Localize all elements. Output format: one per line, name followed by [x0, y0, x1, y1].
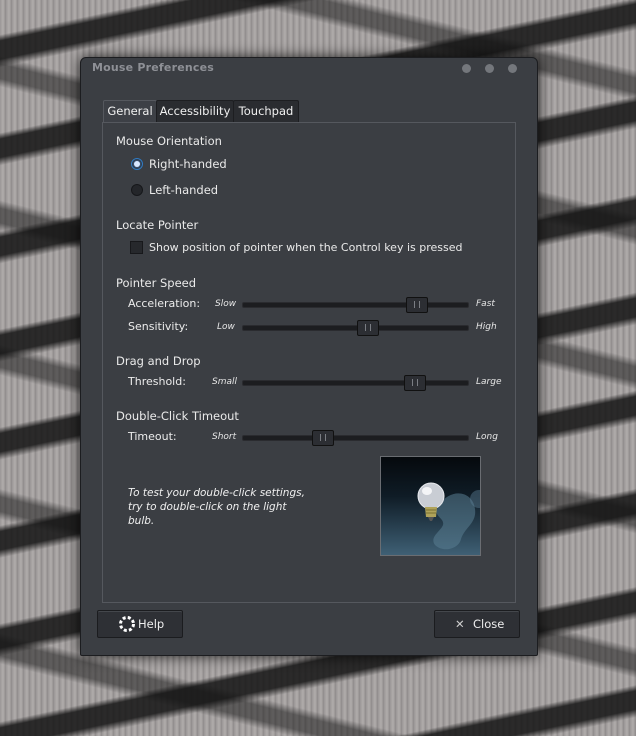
- window-close-button[interactable]: [508, 64, 517, 73]
- timeout-long-label: Long: [476, 432, 498, 442]
- threshold-large-label: Large: [476, 377, 502, 387]
- left-handed-label[interactable]: Left-handed: [149, 183, 218, 197]
- left-handed-radio[interactable]: [131, 184, 143, 196]
- right-handed-radio[interactable]: [131, 158, 143, 170]
- threshold-slider-thumb[interactable]: [404, 375, 426, 391]
- sensitivity-label: Sensitivity:: [128, 320, 189, 333]
- light-bulb-test-area[interactable]: [380, 456, 481, 556]
- acceleration-slider-thumb[interactable]: [406, 297, 429, 313]
- help-label: Help: [138, 617, 165, 631]
- show-pointer-checkbox[interactable]: [130, 241, 143, 254]
- tab-touchpad[interactable]: Touchpad: [233, 100, 299, 122]
- double-click-heading: Double-Click Timeout: [116, 409, 239, 423]
- threshold-slider[interactable]: [242, 375, 469, 391]
- timeout-slider[interactable]: [242, 430, 469, 446]
- timeout-label: Timeout:: [128, 430, 177, 443]
- maximize-button[interactable]: [485, 64, 494, 73]
- timeout-slider-thumb[interactable]: [311, 430, 334, 446]
- close-label: Close: [473, 617, 505, 631]
- window-title: Mouse Preferences: [92, 61, 215, 74]
- light-bulb-icon: [417, 482, 480, 550]
- acceleration-fast-label: Fast: [476, 299, 495, 309]
- timeout-short-label: Short: [212, 432, 237, 442]
- pointer-speed-heading: Pointer Speed: [116, 276, 197, 290]
- mouse-orientation-heading: Mouse Orientation: [116, 134, 222, 148]
- acceleration-label: Acceleration:: [128, 297, 201, 310]
- sensitivity-high-label: High: [476, 322, 497, 332]
- sensitivity-slider[interactable]: [242, 320, 469, 336]
- double-click-test-text: To test your double-click settings, try …: [128, 487, 305, 527]
- acceleration-slider[interactable]: [242, 297, 469, 313]
- titlebar[interactable]: Mouse Preferences: [81, 58, 537, 80]
- show-pointer-label[interactable]: Show position of pointer when the Contro…: [149, 241, 462, 254]
- acceleration-slow-label: Slow: [215, 299, 237, 309]
- locate-pointer-heading: Locate Pointer: [116, 218, 199, 232]
- drag-and-drop-heading: Drag and Drop: [116, 354, 201, 368]
- right-handed-label[interactable]: Right-handed: [149, 157, 227, 171]
- sensitivity-low-label: Low: [217, 322, 235, 332]
- threshold-small-label: Small: [212, 377, 237, 387]
- threshold-label: Threshold:: [128, 375, 186, 388]
- mouse-preferences-window: Mouse Preferences General Accessibility …: [80, 57, 538, 656]
- help-icon: [119, 616, 135, 632]
- tab-general[interactable]: General: [103, 100, 157, 123]
- sensitivity-slider-thumb[interactable]: [356, 320, 379, 336]
- close-button[interactable]: ✕ Close: [434, 610, 520, 638]
- close-icon: ✕: [455, 617, 465, 631]
- help-button[interactable]: Help: [97, 610, 183, 638]
- minimize-button[interactable]: [462, 64, 471, 73]
- tab-accessibility[interactable]: Accessibility: [156, 100, 234, 122]
